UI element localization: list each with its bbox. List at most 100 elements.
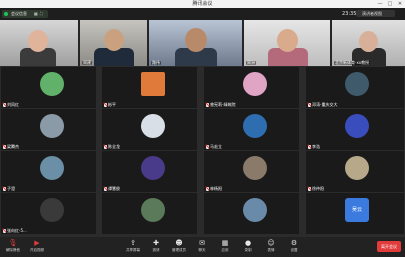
participant-name: 陈全龙 [104,144,120,149]
avatar [141,114,165,138]
chat-button[interactable]: ✉ 聊天 [191,239,213,255]
video-strip: 周建 路伟 周洲 北京新体育-xx教授 [0,20,405,66]
camera-icon: ▶ [34,239,40,247]
avatar [345,114,369,138]
mic-muted-icon [206,187,209,191]
participant-tile[interactable]: 徐仲阳 [306,151,404,192]
participant-name: 刘凤红 [3,102,19,107]
mic-muted-icon [3,187,6,191]
participant-name: 邓涛-重庆交大 [308,102,337,107]
video-tile-name: 路伟 [151,60,161,65]
maximize-icon[interactable]: □ [385,0,395,8]
meeting-toolbar: 🎙 解除静音 ▶ 开启视频 ⇪ 共享屏幕 ✚ 邀请 ☻ 管理成员 ✉ 聊天 ▦ … [0,237,405,257]
video-tile[interactable]: 周洲 [244,20,330,66]
mic-muted-icon [206,145,209,149]
participant-tile[interactable] [204,193,299,234]
video-tile-name: 周建 [82,60,92,65]
video-tile[interactable]: 路伟 [149,20,242,66]
minimize-icon[interactable]: — [375,0,385,8]
window-title: 腾讯会议 [192,1,213,7]
share-screen-button[interactable]: ⇪ 共享屏幕 [122,239,144,255]
participant-tile[interactable]: 子澄 [1,151,96,192]
participant-name: 林杨阳 [206,186,222,191]
participant-name: 曾宪莉-绿筑院 [206,102,235,107]
participant-tile[interactable]: 梁腾杰 [1,109,96,150]
participant-name: 张向红-5... [3,228,27,233]
gear-icon: ⚙ [290,239,298,247]
members-icon: ☻ [175,239,183,247]
avatar [345,156,369,180]
record-icon: ● [244,239,252,247]
manage-members-button[interactable]: ☻ 管理成员 [168,239,190,255]
mic-muted-icon [3,229,6,233]
participant-name: 李浩 [308,144,320,149]
participant-tile[interactable] [102,193,197,234]
participant-tile[interactable]: 吴云 [306,193,404,234]
participant-tile[interactable]: 谭慧俊 [102,151,197,192]
emoji-icon: ☺ [267,239,275,247]
participant-tile[interactable]: 彬平 [102,67,197,108]
chat-icon: ✉ [199,239,205,247]
participant-tile[interactable]: 李浩 [306,109,404,150]
avatar [141,156,165,180]
reactions-button[interactable]: ☺ 表情 [260,239,282,255]
avatar [40,156,64,180]
avatar [243,198,267,222]
mic-muted-icon [206,103,209,107]
video-tile-name: 周洲 [246,60,256,65]
mic-icon: 🎙 [8,239,18,247]
avatar: 吴云 [345,198,369,222]
speaker-view-button[interactable]: 演讲者视图 [356,10,395,17]
mic-muted-icon [3,103,6,107]
apps-button[interactable]: ▦ 应用 [214,239,236,255]
participant-name: 徐仲阳 [308,186,324,191]
meeting-info-label: 会议信息 [11,11,27,16]
participant-name: 彬平 [104,102,116,107]
participant-tile[interactable]: 刘凤红 [1,67,96,108]
meeting-topbar: 会议信息 ▦ ⛶ 23:35 演讲者视图 [0,8,405,20]
meeting-info-pill[interactable]: 会议信息 ▦ ⛶ [2,10,48,18]
participant-tile[interactable]: 邓涛-重庆交大 [306,67,404,108]
video-tile[interactable]: 周建 [80,20,147,66]
avatar [40,72,64,96]
participant-tile[interactable]: 陈全龙 [102,109,197,150]
fullscreen-icon[interactable]: ⛶ [40,12,43,16]
participant-grid: 刘凤红 彬平 曾宪莉-绿筑院 邓涛-重庆交大 梁腾杰 陈全龙 马宏立 李浩 子澄… [0,67,405,237]
speaker-view-label: 演讲者视图 [362,11,382,16]
person-add-icon: ✚ [153,239,159,247]
invite-button[interactable]: ✚ 邀请 [145,239,167,255]
participant-tile[interactable]: 林杨阳 [204,151,299,192]
participant-tile[interactable]: 马宏立 [204,109,299,150]
mic-muted-icon [308,145,311,149]
share-icon: ⇪ [130,239,136,247]
grid-layout-icon[interactable]: ▦ [34,12,38,16]
participant-tile[interactable]: 张向红-5... [1,193,96,234]
clock: 23:35 [342,11,357,17]
mic-toggle-button[interactable]: 🎙 解除静音 [2,239,24,255]
avatar [40,114,64,138]
network-status-icon [4,12,8,16]
mic-muted-icon [104,103,107,107]
video-toggle-button[interactable]: ▶ 开启视频 [26,239,48,255]
avatar [243,72,267,96]
avatar [243,114,267,138]
avatar [40,198,64,222]
avatar [141,198,165,222]
settings-button[interactable]: ⚙ 设置 [283,239,305,255]
mic-muted-icon [308,187,311,191]
leave-meeting-button[interactable]: 离开会议 [377,241,401,252]
avatar [345,72,369,96]
video-tile[interactable] [0,20,78,66]
participant-name: 梁腾杰 [3,144,19,149]
participant-name: 谭慧俊 [104,186,120,191]
video-tile[interactable]: 北京新体育-xx教授 [332,20,405,66]
record-button[interactable]: ● 录制 [237,239,259,255]
apps-icon: ▦ [221,239,229,247]
participant-tile[interactable]: 曾宪莉-绿筑院 [204,67,299,108]
close-icon[interactable]: ✕ [395,0,405,8]
mic-muted-icon [104,145,107,149]
avatar [141,72,165,96]
video-tile-name: 北京新体育-xx教授 [334,60,371,65]
avatar [243,156,267,180]
participant-name: 子澄 [3,186,15,191]
